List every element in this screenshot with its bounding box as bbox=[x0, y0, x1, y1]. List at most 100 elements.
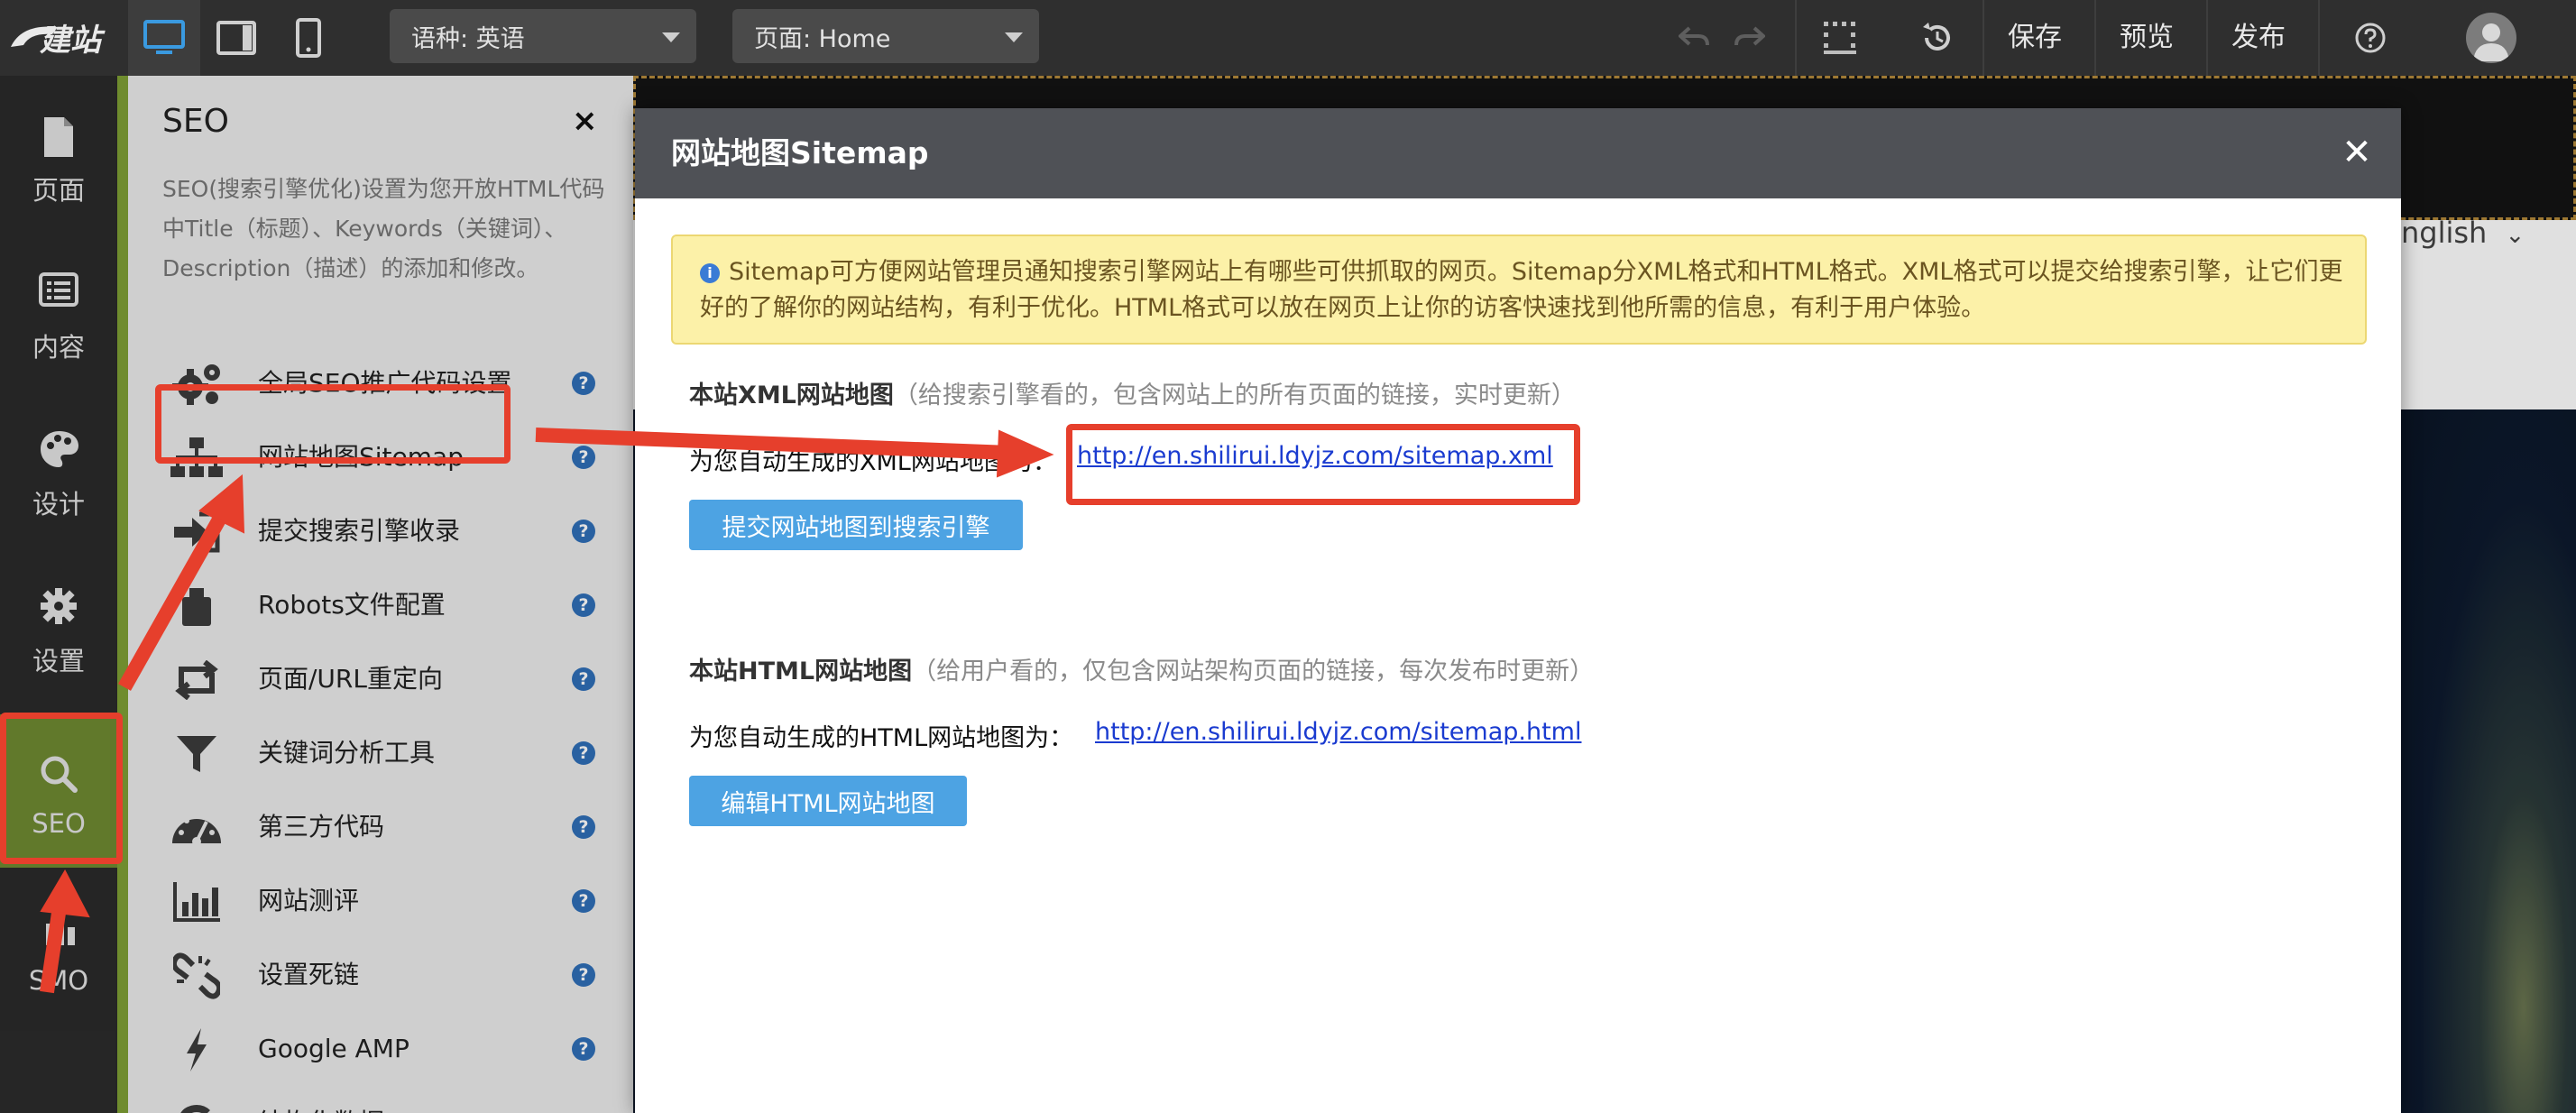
language-select[interactable]: 语种: 英语 bbox=[390, 9, 696, 63]
page-select-value: 页面: Home bbox=[754, 24, 891, 53]
redo-button[interactable] bbox=[1728, 16, 1771, 60]
user-avatar[interactable] bbox=[2466, 13, 2516, 63]
seo-item-evaluation[interactable]: 网站测评 ? bbox=[128, 864, 633, 938]
seo-item-label: 提交搜索引擎收录 bbox=[258, 516, 461, 546]
save-button[interactable]: 保存 bbox=[2008, 0, 2062, 76]
annotation-box-sitemap bbox=[155, 384, 511, 464]
filter-icon bbox=[170, 729, 224, 779]
seo-item-label: 结构化数据 bbox=[258, 1086, 384, 1113]
xml-sitemap-label: 为您自动生成的XML网站地图为： bbox=[689, 448, 1057, 476]
toolbar-divider bbox=[1983, 0, 1984, 76]
history-icon bbox=[1923, 23, 1950, 51]
page-select[interactable]: 页面: Home bbox=[732, 9, 1039, 63]
dialog-title: 网站地图Sitemap bbox=[671, 135, 929, 170]
help-icon[interactable]: ? bbox=[572, 667, 595, 691]
mobile-view-button[interactable] bbox=[272, 0, 345, 76]
dialog-header: 网站地图Sitemap ✕ bbox=[635, 108, 2401, 198]
desktop-view-button[interactable] bbox=[128, 0, 200, 76]
panel-title: SEO bbox=[162, 103, 229, 140]
annotation-box-seo bbox=[0, 713, 123, 864]
toolbar-divider bbox=[2094, 0, 2096, 76]
html-sitemap-link[interactable]: http://en.shilirui.ldyjz.com/sitemap.htm… bbox=[1095, 718, 1581, 746]
submit-icon bbox=[170, 507, 224, 557]
publish-button[interactable]: 发布 bbox=[2231, 0, 2286, 76]
xml-sitemap-heading: 本站XML网站地图（给搜索引擎看的，包含网站上的所有页面的链接，实时更新） bbox=[689, 375, 1576, 410]
google-icon bbox=[170, 1099, 224, 1113]
seo-item-label: 网站测评 bbox=[258, 886, 360, 915]
nav-item-label: 页面 bbox=[32, 175, 85, 206]
nav-item-label: 设计 bbox=[32, 489, 85, 520]
nav-item-content[interactable]: 内容 bbox=[0, 233, 117, 386]
grid-button[interactable] bbox=[1818, 16, 1862, 60]
bolt-icon bbox=[170, 1025, 224, 1075]
seo-item-structured-data[interactable]: 结构化数据 bbox=[128, 1086, 633, 1113]
seo-item-submit[interactable]: 提交搜索引擎收录 ? bbox=[128, 494, 633, 568]
help-icon[interactable]: ? bbox=[572, 741, 595, 765]
xml-sitemap-title: 本站XML网站地图 bbox=[689, 382, 894, 409]
undo-button[interactable] bbox=[1672, 16, 1716, 60]
seo-item-dead-links[interactable]: 设置死链 ? bbox=[128, 938, 633, 1012]
grid-icon bbox=[1824, 22, 1856, 54]
top-toolbar: 建站 语种: 英语 页面: Home 保存 预览 发布 bbox=[0, 0, 2576, 76]
redo-icon bbox=[1734, 26, 1765, 46]
nav-item-design[interactable]: 设计 bbox=[0, 390, 117, 543]
seo-item-redirect[interactable]: 页面/URL重定向 ? bbox=[128, 642, 633, 716]
info-icon: i bbox=[700, 263, 720, 283]
help-icon[interactable]: ? bbox=[572, 815, 595, 839]
help-icon[interactable]: ? bbox=[572, 372, 595, 395]
preview-button[interactable]: 预览 bbox=[2120, 0, 2174, 76]
bar-chart-icon bbox=[170, 877, 224, 927]
help-icon[interactable]: ? bbox=[572, 1037, 595, 1061]
nav-accent-strip bbox=[117, 76, 128, 1113]
edit-html-sitemap-button[interactable]: 编辑HTML网站地图 bbox=[689, 776, 967, 826]
seo-item-third-party[interactable]: 第三方代码 ? bbox=[128, 790, 633, 864]
desktop-icon bbox=[143, 20, 185, 54]
hero-background-image bbox=[2401, 409, 2576, 1113]
toolbar-divider bbox=[1795, 0, 1797, 76]
language-switcher[interactable]: nglish ⌄ bbox=[2401, 216, 2525, 250]
submit-sitemap-button[interactable]: 提交网站地图到搜索引擎 bbox=[689, 500, 1023, 550]
language-switcher-label: nglish bbox=[2401, 216, 2488, 250]
help-icon[interactable]: ? bbox=[572, 963, 595, 987]
seo-item-label: 页面/URL重定向 bbox=[258, 664, 443, 694]
toolbar-divider bbox=[2318, 0, 2320, 76]
mobile-icon bbox=[296, 18, 321, 58]
html-sitemap-label: 为您自动生成的HTML网站地图为： bbox=[689, 724, 1074, 752]
seo-item-amp[interactable]: Google AMP ? bbox=[128, 1012, 633, 1086]
panel-description: SEO(搜索引擎优化)设置为您开放HTML代码中Title（标题）、Keywor… bbox=[162, 176, 605, 281]
language-select-value: 语种: 英语 bbox=[411, 24, 525, 53]
seo-item-robots[interactable]: Robots文件配置 ? bbox=[128, 568, 633, 642]
nav-item-label: SMO bbox=[28, 965, 89, 996]
close-icon[interactable]: ✕ bbox=[2336, 132, 2378, 173]
smo-icon bbox=[46, 916, 75, 945]
user-icon bbox=[2473, 23, 2509, 61]
chevron-down-icon bbox=[662, 32, 680, 42]
nav-item-page[interactable]: 页面 bbox=[0, 76, 117, 229]
sitemap-dialog: 网站地图Sitemap ✕ i Sitemap可方便网站管理员通知搜索引擎网站上有… bbox=[635, 108, 2401, 1113]
seo-item-keywords[interactable]: 关键词分析工具 ? bbox=[128, 716, 633, 790]
help-icon[interactable]: ? bbox=[572, 889, 595, 913]
nav-item-smo[interactable]: SMO bbox=[0, 871, 117, 1025]
history-button[interactable] bbox=[1916, 16, 1959, 60]
help-circle-icon bbox=[2355, 23, 2386, 53]
robot-icon bbox=[170, 581, 224, 631]
tablet-view-button[interactable] bbox=[200, 0, 272, 76]
svg-text:建站: 建站 bbox=[40, 23, 106, 59]
seo-item-label: 关键词分析工具 bbox=[258, 738, 436, 768]
seo-item-label: Google AMP bbox=[258, 1034, 409, 1063]
palette-icon bbox=[41, 431, 78, 467]
help-button[interactable] bbox=[2349, 16, 2392, 60]
annotation-box-xml-link bbox=[1066, 424, 1580, 505]
seo-item-label: Robots文件配置 bbox=[258, 590, 446, 620]
seo-item-label: 第三方代码 bbox=[258, 812, 385, 842]
gear-icon bbox=[41, 588, 77, 624]
close-button[interactable]: × bbox=[572, 103, 598, 139]
dashboard-icon bbox=[170, 803, 224, 853]
chevron-down-icon: ⌄ bbox=[2505, 222, 2525, 249]
help-icon[interactable]: ? bbox=[572, 446, 595, 469]
nav-item-settings[interactable]: 设置 bbox=[0, 547, 117, 700]
toolbar-divider bbox=[2206, 0, 2208, 76]
seo-panel: SEO × SEO(搜索引擎优化)设置为您开放HTML代码中Title（标题）、… bbox=[128, 76, 633, 1113]
help-icon[interactable]: ? bbox=[572, 520, 595, 543]
help-icon[interactable]: ? bbox=[572, 593, 595, 617]
